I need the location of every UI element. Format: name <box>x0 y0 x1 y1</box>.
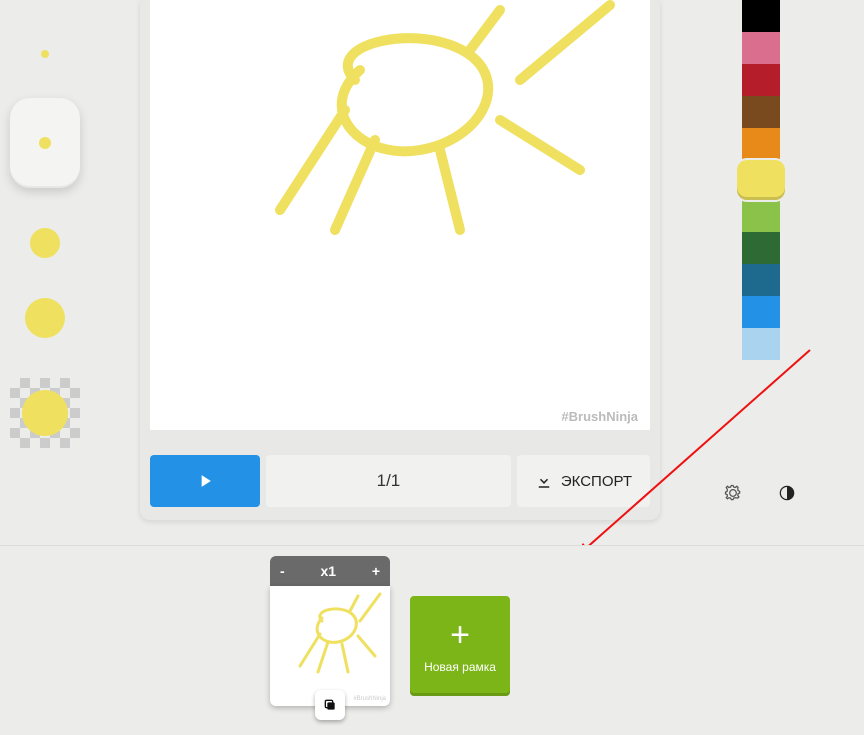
export-button[interactable]: ЭКСПОРТ <box>517 455 650 507</box>
canvas-panel: #BrushNinja 1/1 ЭКСПОРТ <box>140 0 660 520</box>
thumb-watermark: #BrushNinja <box>353 696 386 702</box>
speed-label: x1 <box>320 563 336 579</box>
drawing-sun-icon <box>150 0 650 430</box>
copy-icon <box>322 697 338 713</box>
watermark: #BrushNinja <box>561 409 638 424</box>
contrast-icon <box>777 483 797 503</box>
duplicate-frame-button[interactable] <box>315 690 345 720</box>
color-swatch-10[interactable] <box>742 328 780 360</box>
download-icon <box>535 472 553 490</box>
frame-counter: 1/1 <box>266 455 511 507</box>
drawing-canvas[interactable]: #BrushNinja <box>150 0 650 430</box>
brush-size-s-dot <box>39 137 51 149</box>
color-swatch-8[interactable] <box>742 264 780 296</box>
color-swatch-1[interactable] <box>742 32 780 64</box>
color-swatch-4[interactable] <box>742 128 780 160</box>
new-frame-button[interactable]: + Новая рамка <box>410 596 510 696</box>
color-swatch-5[interactable] <box>737 160 785 200</box>
color-swatch-7[interactable] <box>742 232 780 264</box>
contrast-button[interactable] <box>774 480 800 506</box>
color-swatch-2[interactable] <box>742 64 780 96</box>
brush-size-column <box>0 0 90 545</box>
color-swatch-6[interactable] <box>742 200 780 232</box>
color-swatch-3[interactable] <box>742 96 780 128</box>
brush-size-custom[interactable] <box>10 378 80 448</box>
speed-plus-button[interactable]: + <box>372 563 380 579</box>
speed-minus-button[interactable]: - <box>280 563 285 579</box>
frame-thumbnail-drawing-icon <box>270 586 390 706</box>
brush-size-l[interactable] <box>25 298 65 338</box>
settings-button[interactable] <box>720 480 746 506</box>
plus-icon: + <box>450 618 470 652</box>
brush-size-m[interactable] <box>30 228 60 258</box>
frame-speed-controls: - x1 + <box>270 556 390 586</box>
brush-size-xs[interactable] <box>41 50 49 58</box>
frame-thumbnail[interactable]: #BrushNinja <box>270 586 390 706</box>
gear-icon <box>723 483 743 503</box>
new-frame-label: Новая рамка <box>424 660 496 674</box>
play-icon <box>195 471 215 491</box>
brush-size-selected[interactable] <box>10 98 80 188</box>
palette-extra-row <box>720 480 800 506</box>
color-swatch-9[interactable] <box>742 296 780 328</box>
play-button[interactable] <box>150 455 260 507</box>
frame-card[interactable]: - x1 + #BrushNinja <box>270 556 390 706</box>
timeline: - x1 + #BrushNinja <box>0 546 864 735</box>
color-palette <box>742 0 780 360</box>
color-swatch-0[interactable] <box>742 0 780 32</box>
export-label: ЭКСПОРТ <box>561 473 632 490</box>
canvas-toolbar: 1/1 ЭКСПОРТ <box>150 454 650 508</box>
